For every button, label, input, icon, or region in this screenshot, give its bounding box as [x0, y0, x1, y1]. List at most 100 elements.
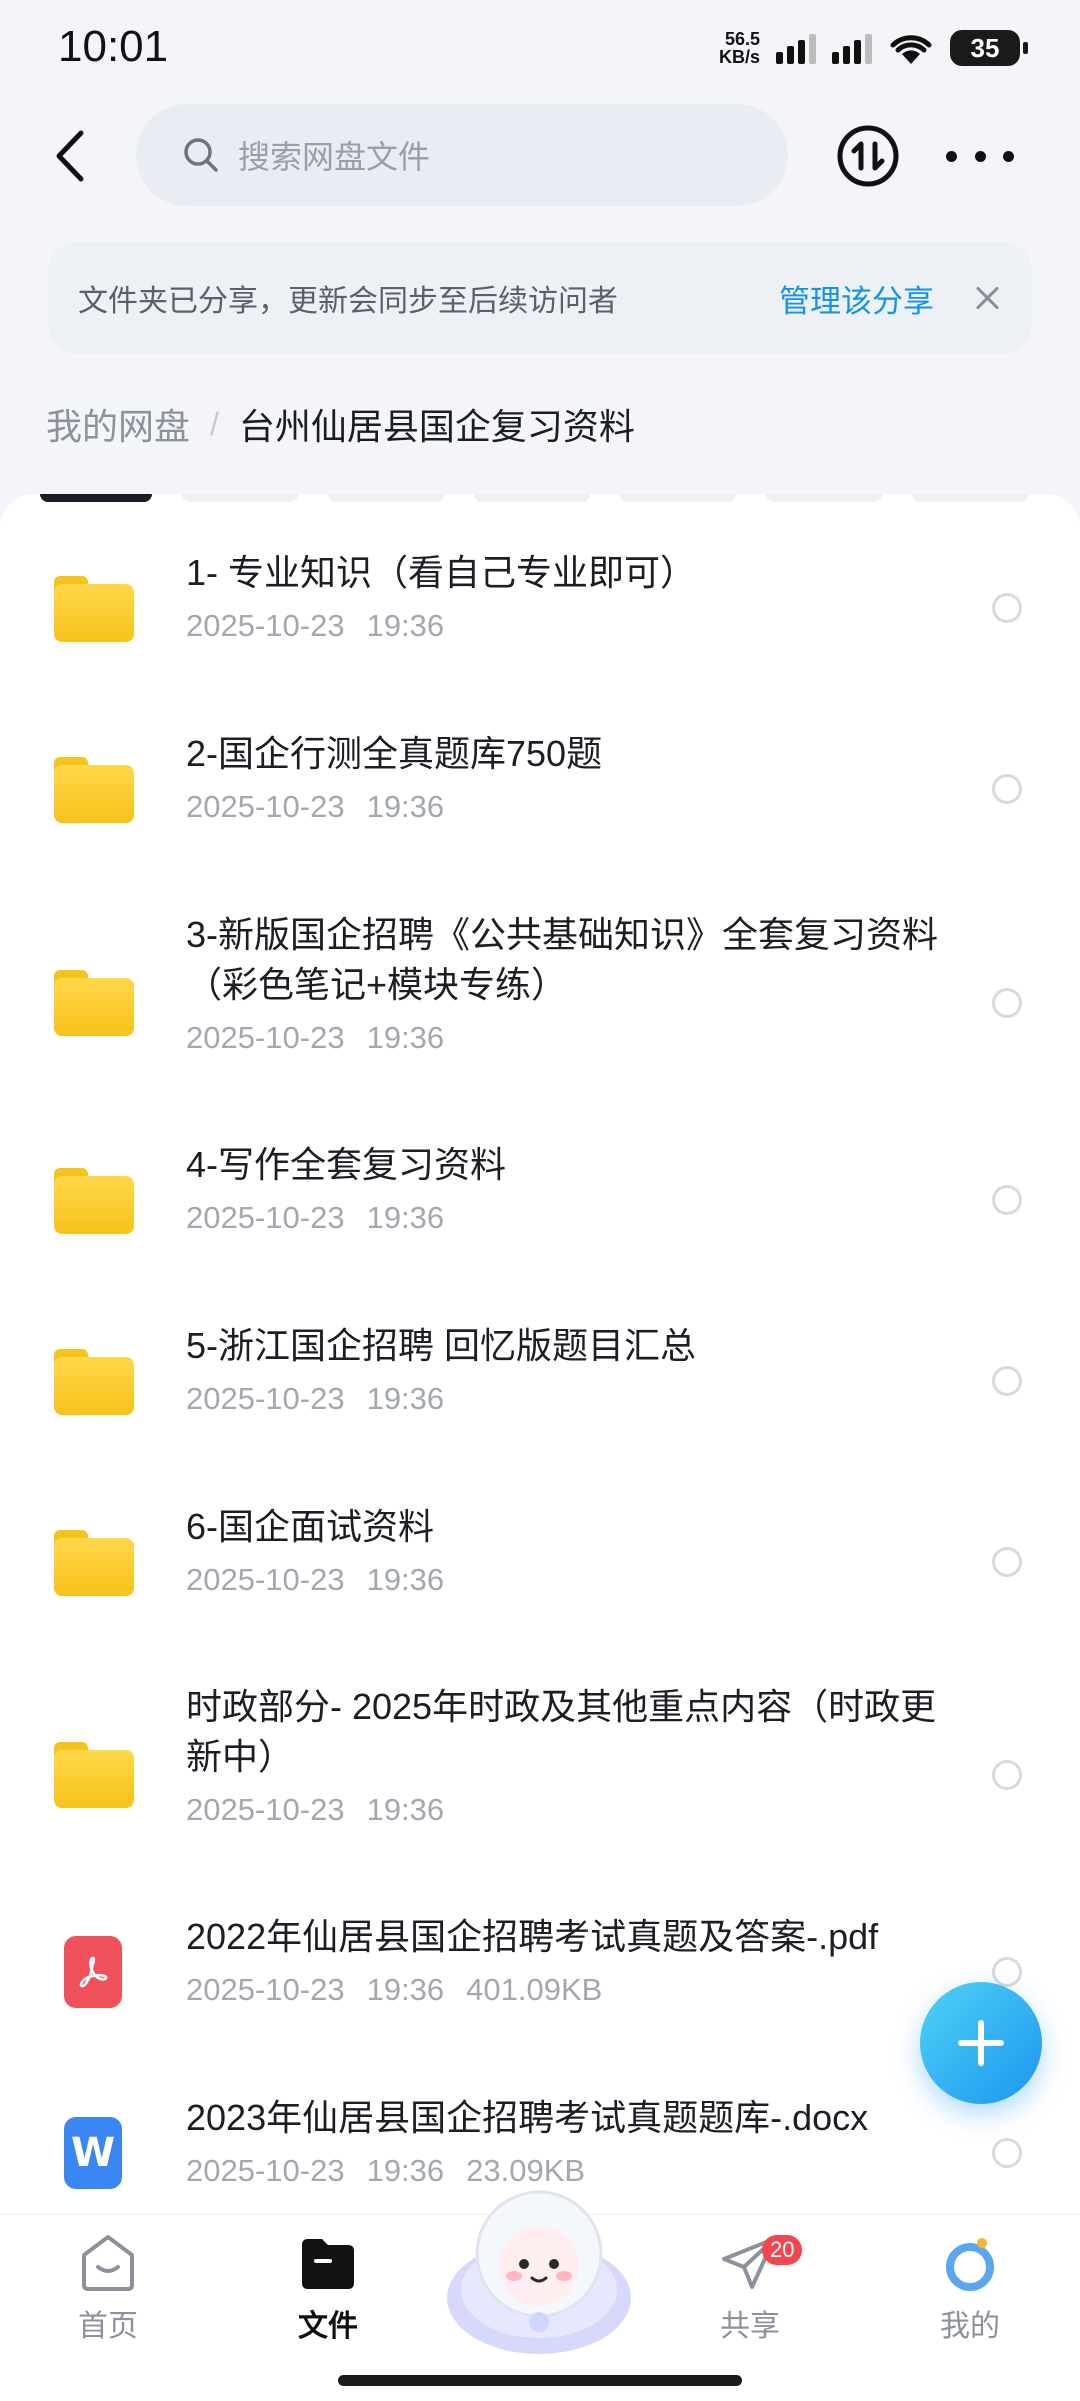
- folder-icon: [54, 1349, 134, 1415]
- home-indicator: [338, 2375, 742, 2386]
- add-button[interactable]: [920, 1982, 1042, 2104]
- tab-home-label: 首页: [78, 2310, 138, 2343]
- chevron-left-icon: [56, 130, 84, 182]
- file-row[interactable]: 时政部分- 2025年时政及其他重点内容（时政更新中） 2025-10-23 19…: [0, 1672, 1080, 1872]
- file-row[interactable]: 5-浙江国企招聘 回忆版题目汇总 2025-10-23 19:36: [0, 1311, 1080, 1479]
- breadcrumb-current: 台州仙居县国企复习资料: [238, 406, 635, 447]
- file-name: 1- 专业知识（看自己专业即可）: [186, 552, 697, 593]
- signal-2-icon: [832, 32, 872, 64]
- file-meta: 2025-10-23 19:36: [186, 1020, 966, 1056]
- close-icon[interactable]: [972, 283, 1002, 313]
- search-placeholder: 搜索网盘文件: [238, 139, 431, 175]
- file-time: 19:36: [366, 1972, 445, 2007]
- folder-icon: [54, 576, 134, 642]
- signal-1-icon: [776, 32, 816, 64]
- share-notice-banner: 文件夹已分享，更新会同步至后续访问者 管理该分享: [48, 242, 1032, 354]
- network-speed-unit: KB/s: [718, 47, 760, 67]
- file-row[interactable]: 3-新版国企招聘《公共基础知识》全套复习资料（彩色笔记+模块专练） 2025-1…: [0, 900, 1080, 1100]
- search-input[interactable]: 搜索网盘文件: [136, 104, 788, 206]
- select-radio[interactable]: [992, 1547, 1022, 1577]
- share-badge: 20: [762, 2235, 803, 2265]
- profile-icon: [946, 2237, 994, 2291]
- mascot-assistant-icon[interactable]: [444, 2170, 634, 2360]
- share-notice-text: 文件夹已分享，更新会同步至后续访问者: [78, 285, 618, 318]
- file-meta: 2025-10-23 19:36: [186, 608, 966, 644]
- status-bar: 10:01 56.5 KB/s 35: [0, 0, 1080, 100]
- tab-me[interactable]: 我的: [900, 2231, 1040, 2345]
- filter-chip-strip: [40, 494, 1028, 502]
- tab-home[interactable]: 首页: [38, 2231, 178, 2345]
- file-time: 19:36: [366, 1020, 445, 1055]
- network-speed: 56.5 KB/s: [719, 30, 760, 66]
- file-name: 6-国企面试资料: [186, 1506, 435, 1547]
- file-time: 19:36: [366, 1562, 445, 1597]
- transfer-list-icon[interactable]: [836, 124, 900, 188]
- file-row[interactable]: 1- 专业知识（看自己专业即可） 2025-10-23 19:36: [0, 538, 1080, 706]
- file-name: 2022年仙居县国企招聘考试真题及答案-.pdf: [186, 1916, 879, 1957]
- file-name: 3-新版国企招聘《公共基础知识》全套复习资料（彩色笔记+模块专练）: [186, 914, 939, 1005]
- file-row[interactable]: 2022年仙居县国企招聘考试真题及答案-.pdf 2025-10-23 19:36…: [0, 1902, 1080, 2070]
- file-time: 19:36: [366, 1200, 445, 1235]
- folder-icon: [54, 1742, 134, 1808]
- file-date: 2025-10-23: [186, 1792, 345, 1827]
- file-date: 2025-10-23: [186, 1200, 345, 1235]
- file-date: 2025-10-23: [186, 1972, 345, 2007]
- file-size: 401.09KB: [466, 1972, 603, 2007]
- select-radio[interactable]: [992, 988, 1022, 1018]
- file-meta: 2025-10-23 19:36 401.09KB: [186, 1972, 966, 2008]
- file-time: 19:36: [366, 608, 445, 643]
- file-row[interactable]: 6-国企面试资料 2025-10-23 19:36: [0, 1492, 1080, 1660]
- folder-icon: [54, 970, 134, 1036]
- file-time: 19:36: [366, 789, 445, 824]
- select-radio[interactable]: [992, 1366, 1022, 1396]
- file-meta: 2025-10-23 19:36: [186, 1200, 966, 1236]
- file-row[interactable]: 2-国企行测全真题库750题 2025-10-23 19:36: [0, 719, 1080, 887]
- search-icon: [184, 138, 218, 172]
- file-date: 2025-10-23: [186, 608, 345, 643]
- file-time: 19:36: [366, 1381, 445, 1416]
- file-date: 2025-10-23: [186, 1562, 345, 1597]
- file-time: 19:36: [366, 2153, 445, 2188]
- select-radio[interactable]: [992, 593, 1022, 623]
- folder-icon: [54, 1530, 134, 1596]
- status-time: 10:01: [58, 22, 169, 71]
- network-speed-value: 56.5: [724, 29, 760, 49]
- file-meta: 2025-10-23 19:36: [186, 1792, 966, 1828]
- tab-share-label: 共享: [720, 2310, 780, 2343]
- breadcrumb-separator: /: [210, 405, 219, 442]
- pdf-icon: [64, 1936, 122, 2008]
- tab-share[interactable]: 20 共享: [680, 2231, 820, 2345]
- home-icon: [82, 2235, 134, 2291]
- file-meta: 2025-10-23 19:36: [186, 1562, 966, 1598]
- tab-files[interactable]: 文件: [258, 2231, 398, 2345]
- more-options-button[interactable]: [946, 124, 1014, 188]
- wifi-icon: [890, 35, 932, 64]
- file-name: 5-浙江国企招聘 回忆版题目汇总: [186, 1325, 697, 1366]
- file-name: 2023年仙居县国企招聘考试真题题库-.docx: [186, 2097, 869, 2138]
- file-time: 19:36: [366, 1792, 445, 1827]
- battery-icon: 35: [950, 30, 1028, 66]
- file-name: 4-写作全套复习资料: [186, 1144, 507, 1185]
- file-row[interactable]: 4-写作全套复习资料 2025-10-23 19:36: [0, 1130, 1080, 1298]
- select-radio[interactable]: [992, 1957, 1022, 1987]
- select-radio[interactable]: [992, 774, 1022, 804]
- manage-share-link[interactable]: 管理该分享: [779, 276, 934, 321]
- file-name: 时政部分- 2025年时政及其他重点内容（时政更新中）: [186, 1686, 937, 1777]
- breadcrumb-root[interactable]: 我的网盘: [46, 398, 190, 450]
- breadcrumb: 我的网盘 / 台州仙居县国企复习资料: [46, 398, 635, 450]
- status-indicators: 56.5 KB/s 35: [719, 30, 1028, 66]
- folder-tab-icon: [302, 2239, 354, 2289]
- select-radio[interactable]: [992, 1760, 1022, 1790]
- file-meta: 2025-10-23 19:36: [186, 789, 966, 825]
- file-date: 2025-10-23: [186, 1381, 345, 1416]
- top-bar: 搜索网盘文件: [0, 100, 1080, 212]
- back-button[interactable]: [38, 124, 102, 188]
- word-doc-icon: W: [64, 2117, 122, 2189]
- file-date: 2025-10-23: [186, 1020, 345, 1055]
- select-radio[interactable]: [992, 2138, 1022, 2168]
- select-radio[interactable]: [992, 1185, 1022, 1215]
- folder-icon: [54, 757, 134, 823]
- tab-files-label: 文件: [298, 2310, 358, 2343]
- tab-me-label: 我的: [940, 2310, 1000, 2343]
- file-date: 2025-10-23: [186, 2153, 345, 2188]
